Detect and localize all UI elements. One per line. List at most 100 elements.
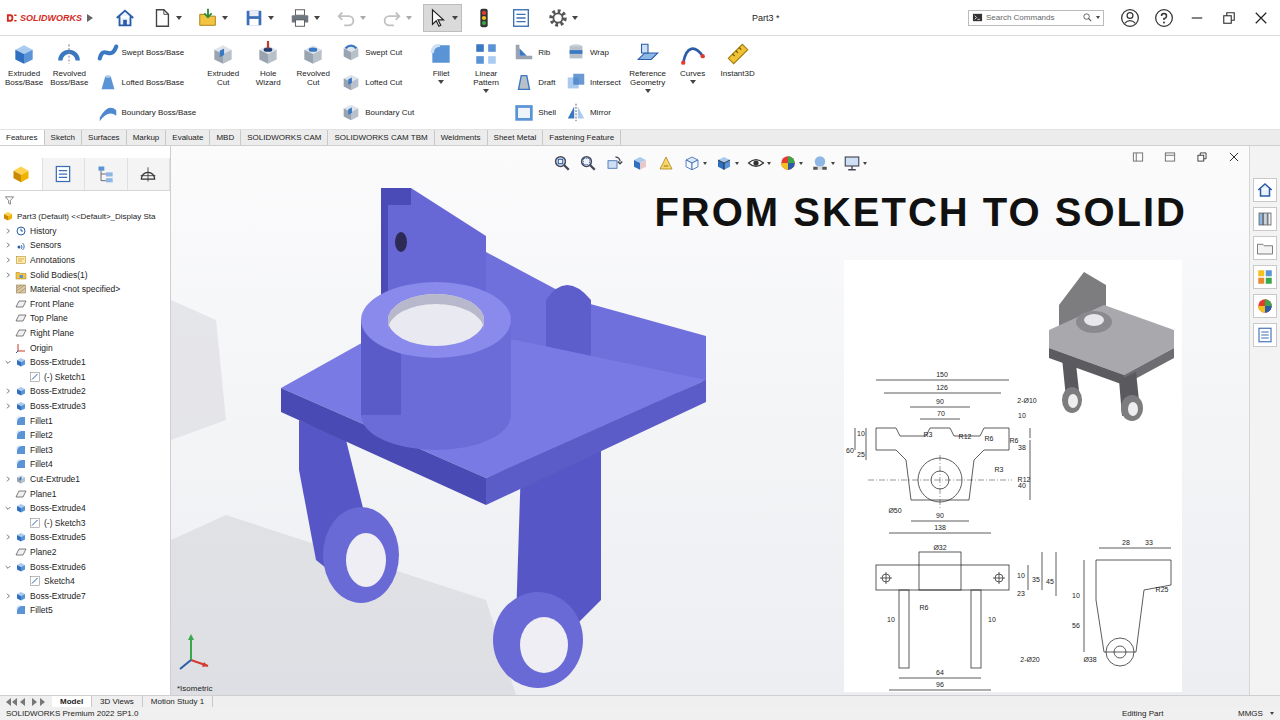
- view-button[interactable]: [657, 154, 675, 172]
- tree-item[interactable]: Annotations: [0, 253, 170, 268]
- ribbon-button[interactable]: Intersect: [565, 71, 621, 93]
- expand-toggle[interactable]: [3, 475, 12, 483]
- panel-tab[interactable]: [128, 158, 171, 190]
- ribbon-button[interactable]: Wrap: [565, 41, 621, 63]
- model-tab[interactable]: Model: [52, 696, 92, 707]
- command-tab[interactable]: Evaluate: [166, 130, 210, 145]
- toolbar-button[interactable]: [239, 4, 278, 32]
- menu-expand-icon[interactable]: [86, 13, 94, 23]
- view-button[interactable]: [715, 154, 739, 172]
- command-tab[interactable]: Markup: [127, 130, 167, 145]
- ribbon-button[interactable]: Lofted Cut: [340, 71, 414, 93]
- ribbon-button[interactable]: ReferenceGeometry: [628, 41, 668, 93]
- task-pane-tab[interactable]: [1253, 294, 1277, 318]
- tree-item[interactable]: (-) Sketch3: [0, 515, 170, 530]
- dropdown-caret[interactable]: [572, 16, 578, 20]
- ribbon-button[interactable]: ExtrudedBoss/Base: [4, 41, 44, 87]
- dropdown-caret[interactable]: [406, 16, 412, 20]
- ribbon-button[interactable]: Boundary Cut: [340, 101, 414, 123]
- command-tab[interactable]: MBD: [210, 130, 241, 145]
- ribbon-button[interactable]: Swept Cut: [340, 41, 414, 63]
- model-tab[interactable]: Motion Study 1: [143, 696, 213, 707]
- ribbon-button[interactable]: Boundary Boss/Base: [97, 101, 197, 123]
- view-button[interactable]: [811, 154, 835, 172]
- task-pane-tab[interactable]: [1253, 178, 1277, 202]
- ribbon-button[interactable]: Curves: [673, 41, 713, 84]
- ribbon-button[interactable]: Swept Boss/Base: [97, 41, 197, 63]
- toolbar-button[interactable]: [110, 4, 140, 32]
- ribbon-button[interactable]: Draft: [513, 71, 556, 93]
- toolbar-button[interactable]: [285, 4, 324, 32]
- tree-item[interactable]: Front Plane: [0, 297, 170, 312]
- toolbar-button[interactable]: [377, 4, 416, 32]
- ribbon-button[interactable]: LinearPattern: [466, 41, 506, 93]
- user-button[interactable]: [1120, 8, 1140, 28]
- dropdown-caret[interactable]: [438, 80, 444, 84]
- close-button[interactable]: [1252, 9, 1270, 27]
- tree-item[interactable]: History: [0, 224, 170, 239]
- expand-toggle[interactable]: [3, 402, 12, 410]
- dropdown-caret[interactable]: [268, 16, 274, 20]
- expand-toggle[interactable]: [3, 241, 12, 249]
- task-pane-tab[interactable]: [1253, 323, 1277, 347]
- tree-item[interactable]: Sketch4: [0, 574, 170, 589]
- tree-item[interactable]: Right Plane: [0, 326, 170, 341]
- viewport-button[interactable]: [1227, 150, 1241, 164]
- ribbon-button[interactable]: HoleWizard: [248, 41, 288, 87]
- tree-item[interactable]: Plane2: [0, 545, 170, 560]
- command-tab[interactable]: SOLIDWORKS CAM TBM: [328, 130, 434, 145]
- tree-item[interactable]: Boss-Extrude3: [0, 399, 170, 414]
- tree-item[interactable]: Boss-Extrude4: [0, 501, 170, 516]
- tree-item[interactable]: Fillet5: [0, 603, 170, 618]
- toolbar-button[interactable]: [543, 4, 582, 32]
- view-button[interactable]: [631, 154, 649, 172]
- dropdown-caret[interactable]: [799, 162, 803, 165]
- expand-toggle[interactable]: [3, 387, 12, 395]
- ribbon-button[interactable]: Mirror: [565, 101, 621, 123]
- ribbon-button[interactable]: Lofted Boss/Base: [97, 71, 197, 93]
- dropdown-caret[interactable]: [767, 162, 771, 165]
- command-tab[interactable]: Weldments: [435, 130, 488, 145]
- command-tab[interactable]: Fastening Feature: [543, 130, 621, 145]
- task-pane-tab[interactable]: [1253, 236, 1277, 260]
- dropdown-caret[interactable]: [1270, 712, 1274, 715]
- command-tab[interactable]: Features: [0, 130, 45, 145]
- search-input[interactable]: [986, 13, 1079, 22]
- tree-item[interactable]: Cut-Extrude1: [0, 472, 170, 487]
- ribbon-button[interactable]: RevolvedBoss/Base: [49, 41, 89, 87]
- tab-scroll-icon[interactable]: [4, 697, 48, 707]
- expand-toggle[interactable]: [3, 358, 12, 366]
- ribbon-button[interactable]: ExtrudedCut: [203, 41, 243, 87]
- part-model[interactable]: [281, 188, 706, 688]
- expand-toggle[interactable]: [3, 592, 12, 600]
- tree-item[interactable]: Boss-Extrude6: [0, 559, 170, 574]
- expand-toggle[interactable]: [3, 533, 12, 541]
- command-tab[interactable]: SOLIDWORKS CAM: [241, 130, 328, 145]
- filter-button[interactable]: [0, 193, 170, 207]
- expand-toggle[interactable]: [3, 504, 12, 512]
- task-pane-tab[interactable]: [1253, 265, 1277, 289]
- toolbar-button[interactable]: [147, 4, 186, 32]
- expand-toggle[interactable]: [3, 271, 12, 279]
- command-tab[interactable]: Sheet Metal: [488, 130, 544, 145]
- unit-system[interactable]: MMGS: [1238, 709, 1264, 718]
- tree-item[interactable]: Boss-Extrude1: [0, 355, 170, 370]
- tree-item[interactable]: Boss-Extrude5: [0, 530, 170, 545]
- viewport-button[interactable]: [1163, 150, 1177, 164]
- search-box[interactable]: [968, 10, 1104, 26]
- view-button[interactable]: [747, 154, 771, 172]
- view-button[interactable]: [553, 154, 571, 172]
- tree-item[interactable]: Solid Bodies(1): [0, 267, 170, 282]
- command-tab[interactable]: Sketch: [45, 130, 82, 145]
- tree-item[interactable]: Fillet3: [0, 443, 170, 458]
- viewport-button[interactable]: [1195, 150, 1209, 164]
- toolbar-button[interactable]: [193, 4, 232, 32]
- minimize-button[interactable]: [1188, 9, 1206, 27]
- view-button[interactable]: [683, 154, 707, 172]
- expand-toggle[interactable]: [3, 227, 12, 235]
- tree-item[interactable]: Boss-Extrude2: [0, 384, 170, 399]
- view-button[interactable]: [605, 154, 623, 172]
- dropdown-caret[interactable]: [483, 89, 489, 93]
- toolbar-button[interactable]: [423, 4, 462, 32]
- dropdown-caret[interactable]: [735, 162, 739, 165]
